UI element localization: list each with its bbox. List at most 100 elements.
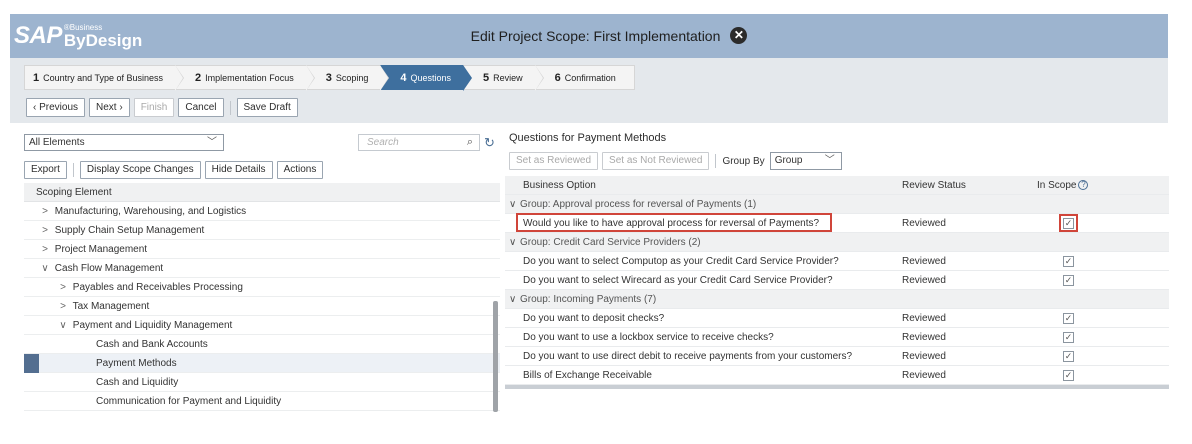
help-icon[interactable]: ? [1078, 180, 1089, 191]
table-row[interactable]: Do you want to select Computop as your C… [505, 252, 1169, 271]
in-scope-checkbox[interactable]: ✓ [1063, 370, 1074, 381]
tree-item-label: Project Management [54, 244, 148, 255]
group-row[interactable]: ∨ Group: Credit Card Service Providers (2… [505, 233, 1169, 252]
search-placeholder: Search [367, 137, 399, 148]
group-by-select[interactable]: Group ﹀ [769, 152, 842, 170]
tree-item-label: Cash and Liquidity [96, 377, 179, 388]
cancel-button[interactable]: Cancel [178, 98, 224, 117]
review-status: Reviewed [902, 351, 946, 362]
chevron-down-icon[interactable]: ∨ [509, 195, 520, 214]
save-draft-button[interactable]: Save Draft [236, 98, 298, 117]
chevron-right-icon[interactable]: > [38, 240, 52, 259]
tree-item-label: Tax Management [72, 301, 150, 312]
tree-item-label: Communication for Payment and Liquidity [96, 396, 282, 407]
search-icon[interactable]: ⌕ [467, 135, 473, 150]
scoping-tree: Scoping Element > Manufacturing, Warehou… [24, 183, 500, 415]
table-row[interactable]: Bills of Exchange Receivable Reviewed ✓ [505, 366, 1169, 385]
chevron-down-icon: ﹀ [207, 137, 217, 148]
tree-item-label: Manufacturing, Warehousing, and Logistic… [54, 206, 247, 217]
toolbar-separator [72, 163, 74, 177]
tree-item[interactable]: > Tax Management [24, 297, 500, 316]
search-input[interactable]: Search ⌕ [358, 134, 480, 151]
table-row[interactable]: Would you like to have approval process … [505, 213, 1169, 233]
step-number: 6 [554, 72, 561, 84]
in-scope-checkbox[interactable]: ✓ [1063, 332, 1074, 343]
refresh-icon[interactable]: ↻ [484, 134, 495, 151]
table-row[interactable]: Do you want to use direct debit to recei… [505, 347, 1169, 366]
set-as-reviewed-button[interactable]: Set as Reviewed [509, 152, 599, 170]
finish-button[interactable]: Finish [133, 98, 175, 117]
tree-item-label: Payment and Liquidity Management [72, 320, 233, 331]
next-button[interactable]: Next › [89, 98, 130, 117]
review-status: Reviewed [902, 332, 946, 343]
in-scope-checkbox[interactable]: ✓ [1063, 218, 1074, 229]
tree-item[interactable]: > Payables and Receivables Processing [24, 278, 500, 297]
wizard-step-5[interactable]: 5 Review [463, 65, 544, 91]
chevron-down-icon[interactable]: ∨ [509, 290, 520, 309]
questions-title: Questions for Payment Methods [509, 132, 667, 144]
tree-item-label: Supply Chain Setup Management [54, 225, 205, 236]
element-filter-value: All Elements [29, 137, 85, 148]
tree-item[interactable]: Cash and Liquidity [24, 373, 500, 392]
in-scope-checkbox[interactable]: ✓ [1063, 351, 1074, 362]
element-filter-select[interactable]: All Elements ﹀ [24, 134, 224, 151]
hide-details-button[interactable]: Hide Details [204, 161, 273, 179]
wizard-step-2[interactable]: 2 Implementation Focus [175, 65, 315, 91]
tree-scrollbar[interactable] [493, 301, 498, 412]
wizard-step-6[interactable]: 6 Confirmation [534, 65, 635, 90]
tree-item[interactable]: > Manufacturing, Warehousing, and Logist… [24, 202, 500, 221]
display-scope-changes-button[interactable]: Display Scope Changes [79, 161, 201, 179]
in-scope-checkbox[interactable]: ✓ [1063, 313, 1074, 324]
actions-button[interactable]: Actions [276, 161, 324, 179]
chevron-down-icon[interactable]: ∨ [509, 233, 520, 252]
column-header-review-status[interactable]: Review Status [902, 176, 966, 195]
tree-item[interactable]: > Project Management [24, 240, 500, 259]
in-scope-checkbox[interactable]: ✓ [1063, 256, 1074, 267]
table-row[interactable]: Do you want to deposit checks? Reviewed … [505, 309, 1169, 328]
export-button[interactable]: Export [24, 161, 67, 179]
tree-item[interactable]: ∨ Cash Flow Management [24, 259, 500, 278]
chevron-right-icon[interactable]: > [56, 297, 70, 316]
column-header-in-scope[interactable]: In Scope? [1037, 176, 1089, 195]
chevron-right-icon[interactable]: > [38, 202, 52, 221]
questions-toolbar: Set as Reviewed Set as Not Reviewed Grou… [509, 152, 842, 170]
chevron-down-icon[interactable]: ∨ [56, 316, 70, 335]
in-scope-checkbox[interactable]: ✓ [1063, 275, 1074, 286]
chevron-down-icon[interactable]: ∨ [38, 259, 52, 278]
close-icon[interactable]: ✕ [730, 27, 748, 45]
step-number: 1 [33, 72, 40, 84]
question-text: Do you want to select Computop as your C… [523, 256, 839, 267]
page-title-container: Edit Project Scope: First Implementation… [10, 14, 1168, 58]
previous-button[interactable]: ‹ Previous [26, 98, 86, 117]
tree-item-selected[interactable]: Payment Methods [24, 354, 500, 373]
set-as-not-reviewed-button[interactable]: Set as Not Reviewed [602, 152, 710, 170]
wizard-steps: 1 Country and Type of Business 2 Implement… [24, 65, 635, 91]
questions-table: Business Option Review Status In Scope? … [505, 176, 1169, 385]
group-row[interactable]: ∨ Group: Approval process for reversal of… [505, 195, 1169, 214]
question-text: Would you like to have approval process … [523, 218, 820, 229]
step-number: 4 [400, 72, 407, 84]
chevron-right-icon[interactable]: > [56, 278, 70, 297]
table-row[interactable]: Do you want to use a lockbox service to … [505, 328, 1169, 347]
tree-item[interactable]: Communication for Payment and Liquidity [24, 392, 500, 411]
step-number: 2 [195, 72, 202, 84]
wizard-step-3[interactable]: 3 Scoping [305, 65, 389, 91]
scoping-elements-pane: All Elements ﹀ Search ⌕ ↻ Export Display… [10, 132, 500, 412]
wizard-step-1[interactable]: 1 Country and Type of Business [24, 65, 185, 91]
column-header-business-option[interactable]: Business Option [523, 176, 596, 195]
table-row[interactable]: Do you want to select Wirecard as your C… [505, 271, 1169, 290]
tree-item-label: Payment Methods [96, 358, 177, 369]
wizard-step-4[interactable]: 4 Questions [380, 65, 472, 91]
tree-item[interactable]: > Supply Chain Setup Management [24, 221, 500, 240]
wizard-nav-buttons: ‹ Previous Next › Finish Cancel Save Dra… [26, 98, 302, 117]
chevron-right-icon[interactable]: > [38, 221, 52, 240]
tree-item[interactable]: Cash and Bank Accounts [24, 335, 500, 354]
group-label: Group: Incoming Payments (7) [520, 294, 657, 305]
review-status: Reviewed [902, 370, 946, 381]
page-title: Edit Project Scope: First Implementation [470, 28, 721, 44]
group-row[interactable]: ∨ Group: Incoming Payments (7) [505, 290, 1169, 309]
step-label: Confirmation [564, 73, 616, 83]
review-status: Reviewed [902, 256, 946, 267]
tree-item[interactable]: ∨ Payment and Liquidity Management [24, 316, 500, 335]
tree-item-label: Cash and Bank Accounts [96, 339, 208, 350]
